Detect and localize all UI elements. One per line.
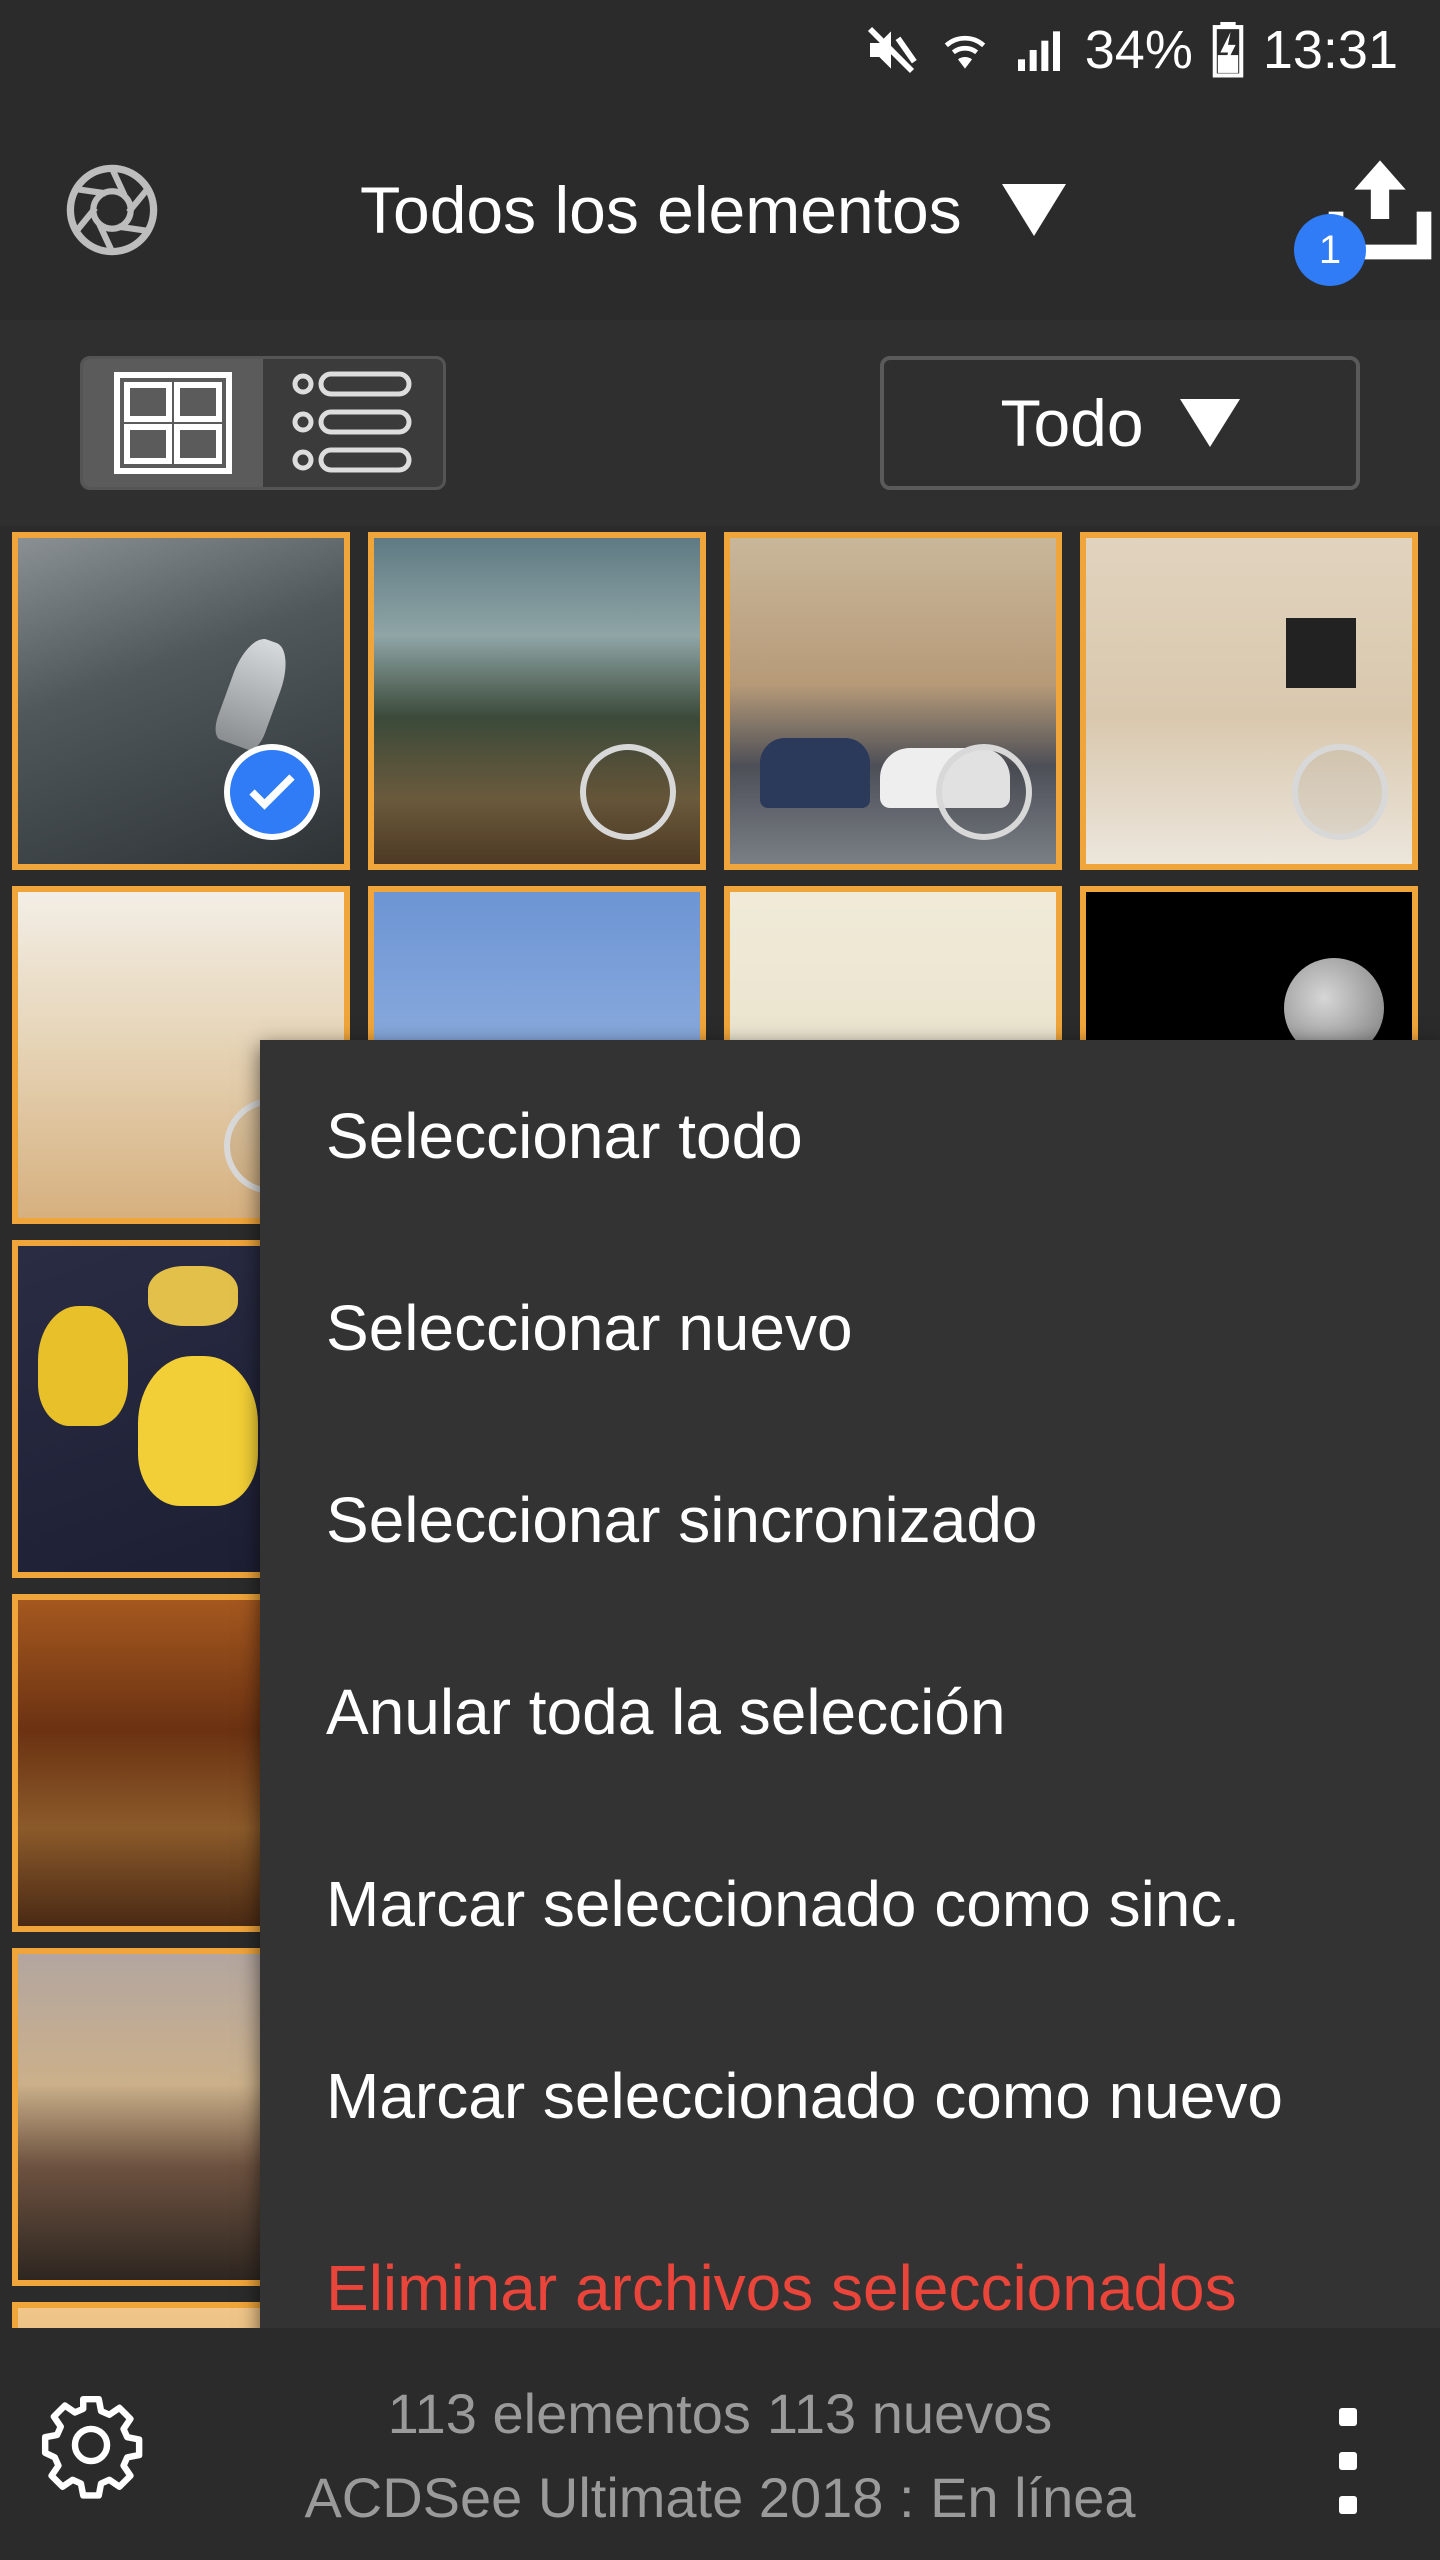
thumbnail-tile[interactable] (1080, 532, 1418, 870)
list-view-icon (292, 371, 412, 473)
connection-status: ACDSee Ultimate 2018 : En línea (304, 2466, 1136, 2529)
menu-select-synced[interactable]: Seleccionar sincronizado (260, 1424, 1440, 1616)
view-toggle (80, 356, 446, 490)
thumbnail-tile[interactable] (12, 532, 350, 870)
menu-mark-synced[interactable]: Marcar seleccionado como sinc. (260, 1808, 1440, 2000)
selection-circle-icon[interactable] (936, 744, 1032, 840)
library-info: 113 elementos 113 nuevos ACDSee Ultimate … (190, 2372, 1250, 2540)
selection-circle-icon[interactable] (1292, 744, 1388, 840)
thumbnail-tile[interactable] (724, 532, 1062, 870)
grid-view-icon (114, 372, 232, 474)
gear-icon[interactable] (36, 2390, 146, 2500)
dropdown-arrow-icon (1001, 184, 1066, 236)
menu-clear-selection[interactable]: Anular toda la selección (260, 1616, 1440, 1808)
mute-icon (863, 22, 919, 78)
page-title: Todos los elementos (360, 173, 962, 247)
menu-select-all[interactable]: Seleccionar todo (260, 1040, 1440, 1232)
selection-menu: Seleccionar todo Seleccionar nuevo Selec… (260, 1040, 1440, 2384)
filter-dropdown[interactable]: Todo (880, 356, 1360, 490)
app-bar: Todos los elementos 1 (0, 100, 1440, 322)
menu-select-new[interactable]: Seleccionar nuevo (260, 1232, 1440, 1424)
wifi-icon (937, 22, 993, 78)
aperture-icon[interactable] (60, 158, 164, 262)
dropdown-arrow-icon (1179, 399, 1240, 447)
filter-label: Todo (1000, 386, 1144, 460)
more-vertical-icon[interactable] (1320, 2408, 1376, 2538)
signal-icon (1011, 22, 1067, 78)
bottom-bar: 113 elementos 113 nuevos ACDSee Ultimate … (0, 2328, 1440, 2560)
selection-check-icon[interactable] (224, 744, 320, 840)
thumbnail-tile[interactable] (368, 532, 706, 870)
selection-circle-icon[interactable] (580, 744, 676, 840)
grid-view-button[interactable] (83, 359, 263, 487)
view-selector[interactable]: Todos los elementos (360, 170, 1120, 250)
list-view-button[interactable] (263, 359, 443, 487)
menu-mark-new[interactable]: Marcar seleccionado como nuevo (260, 2000, 1440, 2192)
upload-count-badge: 1 (1294, 214, 1366, 286)
battery-icon (1211, 22, 1245, 78)
toolbar: Todo (0, 320, 1440, 526)
clock: 13:31 (1262, 20, 1398, 80)
item-count: 113 elementos (387, 2382, 751, 2445)
status-bar: 34% 13:31 (0, 0, 1440, 100)
battery-percent: 34% (1084, 20, 1193, 80)
new-count: 113 nuevos (766, 2382, 1053, 2445)
